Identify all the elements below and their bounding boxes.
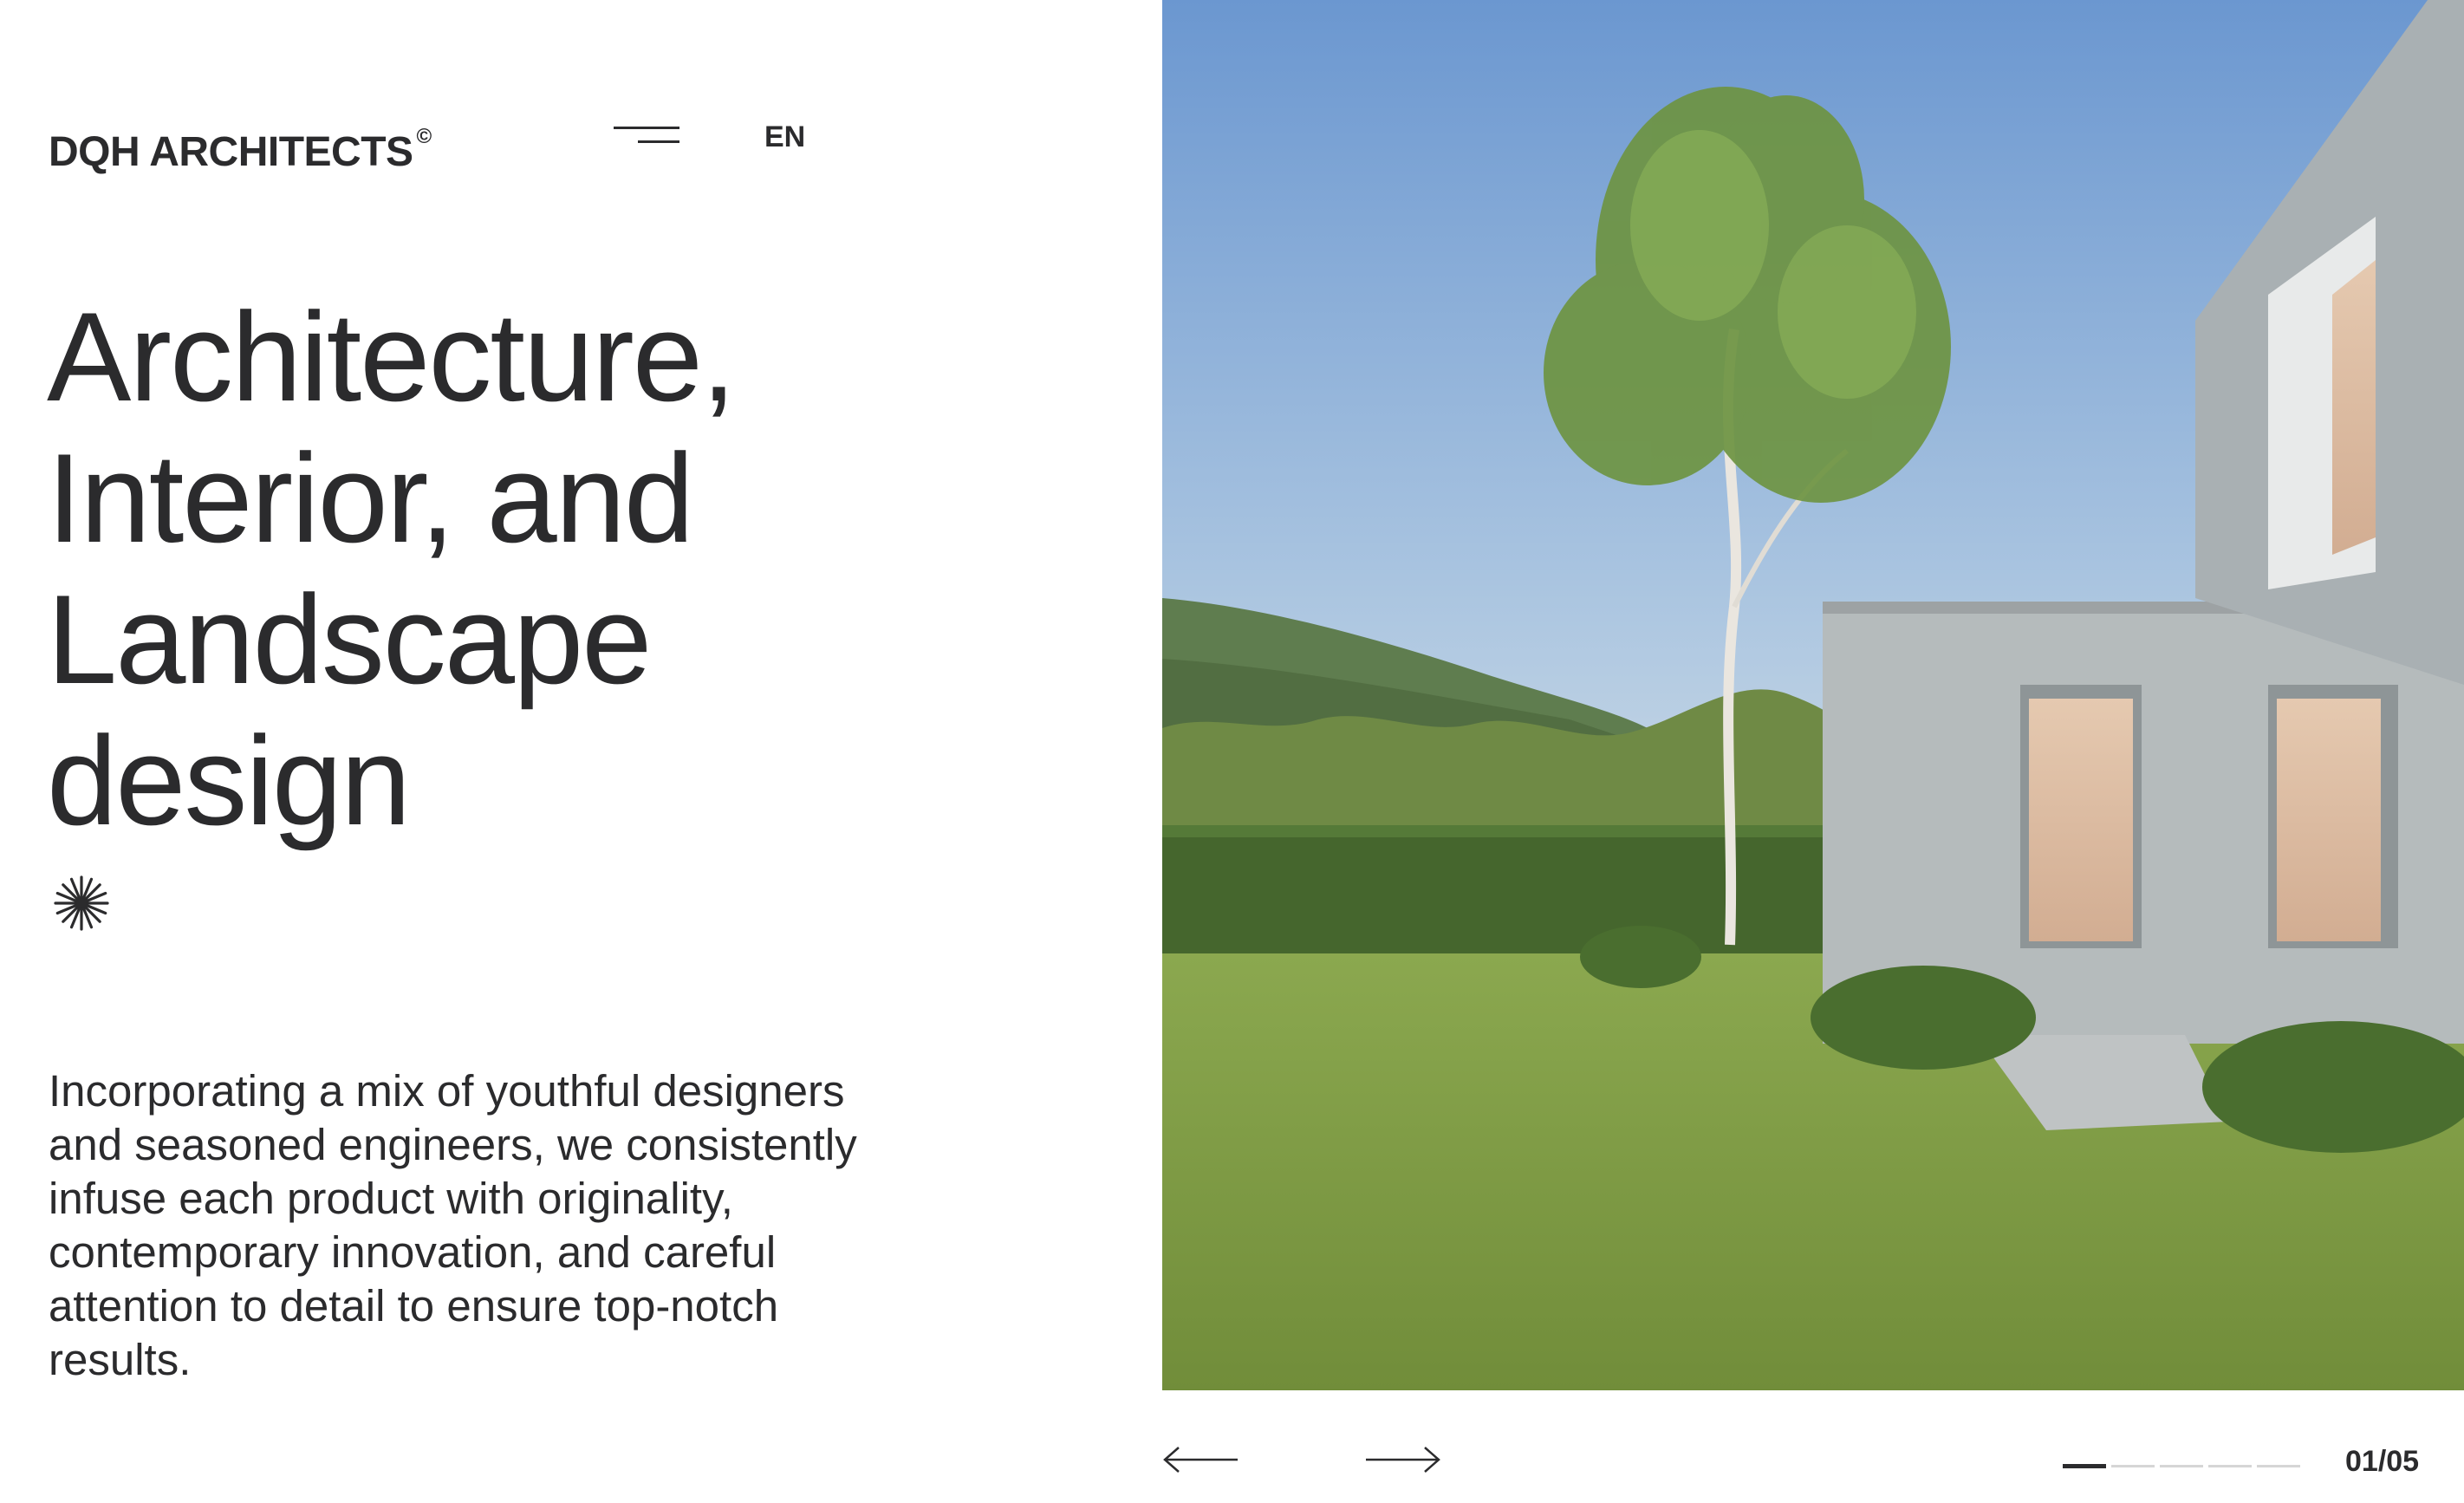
hero-slide-image — [1162, 0, 2464, 1390]
headline-line-4: design — [47, 710, 411, 851]
arrow-right-icon[interactable] — [1364, 1442, 1442, 1477]
slide-counter: 01/05 — [2345, 1445, 2420, 1478]
language-switcher[interactable]: EN — [764, 118, 805, 156]
hero-headline: Architecture, Interior, and Landscape de… — [47, 286, 1087, 851]
brand-name: DQH ARCHITECTS — [49, 129, 413, 175]
asterisk-icon — [54, 875, 109, 931]
homepage: DQH ARCHITECTS © EN Architecture, Interio… — [0, 0, 2464, 1503]
headline-line-2: Interior, and — [47, 427, 694, 569]
progress-segment-5[interactable] — [2257, 1465, 2300, 1467]
progress-segment-4[interactable] — [2208, 1465, 2252, 1467]
hamburger-menu-icon[interactable] — [614, 121, 679, 153]
menu-line-bottom — [638, 140, 679, 143]
progress-segment-1[interactable] — [2063, 1464, 2106, 1468]
hero-description: Incorporating a mix of youthful designer… — [49, 1066, 857, 1384]
progress-segment-3[interactable] — [2160, 1465, 2203, 1467]
brand-logo[interactable]: DQH ARCHITECTS © — [49, 111, 432, 179]
headline-line-3: Landscape — [47, 569, 652, 710]
house-garden-illustration — [1162, 0, 2464, 1390]
copyright-mark: © — [416, 125, 432, 148]
progress-segment-2[interactable] — [2111, 1465, 2155, 1467]
menu-line-top — [614, 127, 679, 129]
headline-line-1: Architecture, — [47, 286, 737, 427]
arrow-left-icon[interactable] — [1161, 1442, 1239, 1477]
